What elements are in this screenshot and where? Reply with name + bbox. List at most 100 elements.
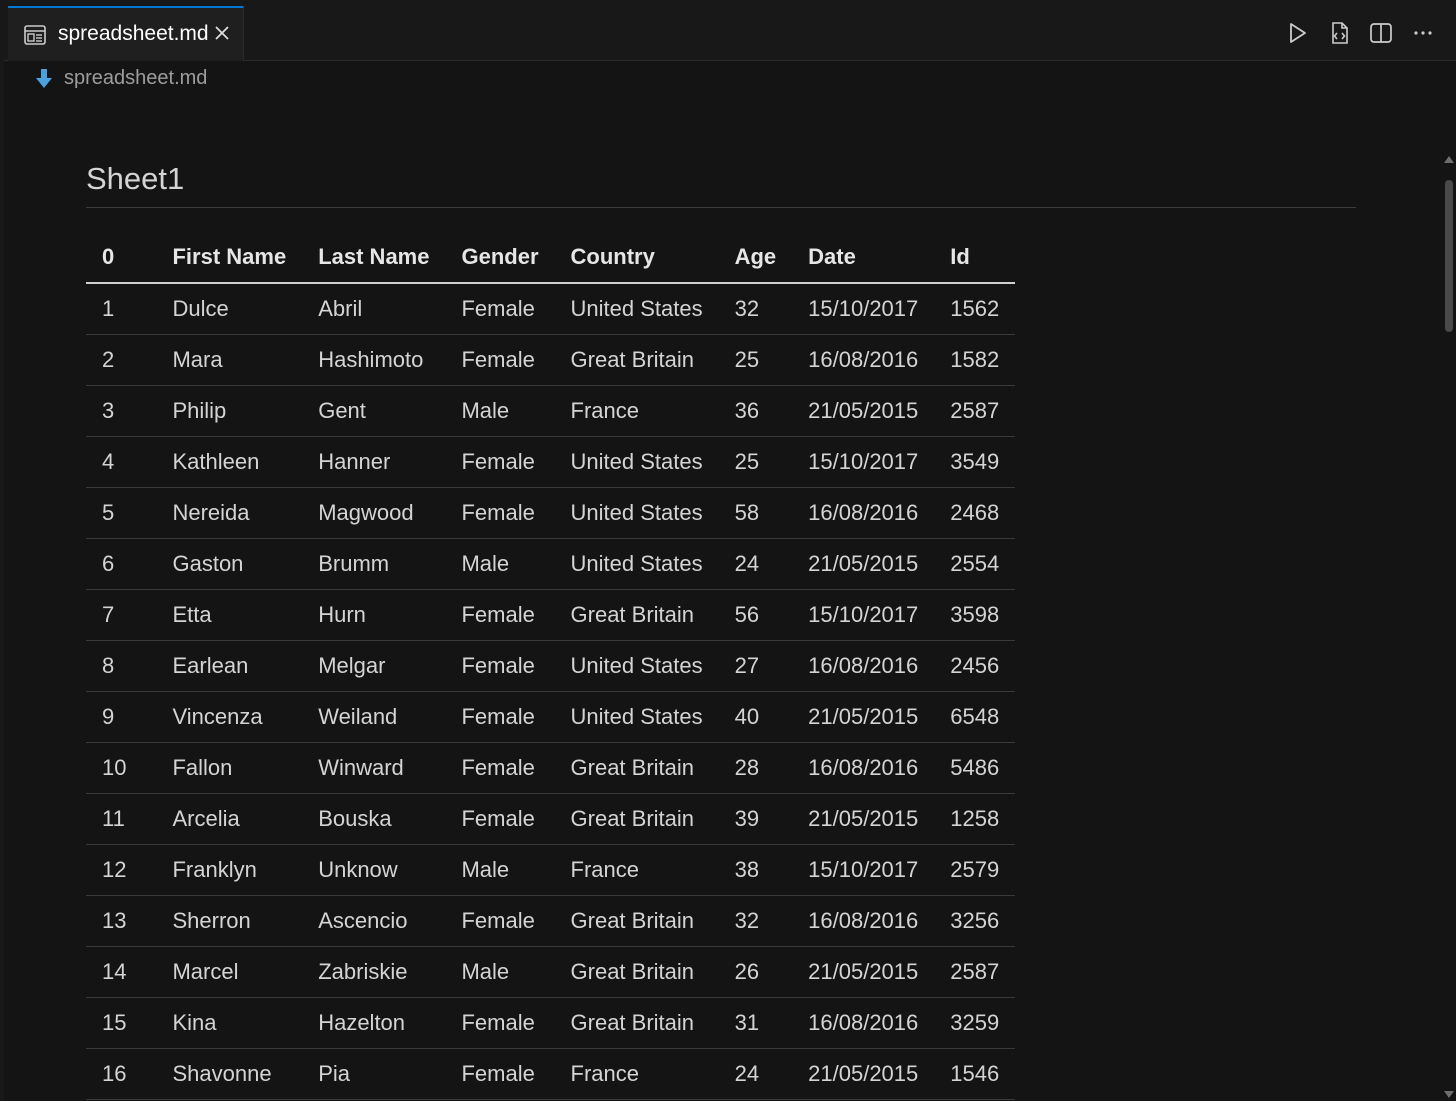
table-cell: 38 [718,844,793,896]
table-cell: 13 [86,895,157,947]
table-cell: 16/08/2016 [792,997,935,1049]
table-cell: Ascencio [302,895,446,947]
column-header: First Name [156,232,303,284]
table-cell: 12 [86,844,157,896]
table-cell: 3 [86,385,157,437]
table-row: 3 Philip Gent Male France 36 21/05/2015 2587 [86,385,1016,437]
table-cell: Gaston [156,538,303,590]
table-cell: Winward [302,742,446,794]
table-cell: Nereida [156,487,303,539]
table-cell: 21/05/2015 [792,691,935,743]
table-cell: Female [445,997,555,1049]
table-cell: Female [445,691,555,743]
table-row: 15 Kina Hazelton Female Great Britain 31 16/08… [86,997,1016,1049]
table-cell: Weiland [302,691,446,743]
table-cell: 1562 [934,283,1016,335]
editor-window: spreadsheet.md spreadsheet.md Sheet1 0 F… [0,0,1456,1101]
table-cell: 11 [86,793,157,845]
column-header: Age [718,232,793,284]
table-cell: 25 [718,334,793,386]
table-cell: Male [445,385,555,437]
table-body: 1 Dulce Abril Female United States 32 15/10/20… [86,283,1016,1100]
table-cell: 2456 [934,640,1016,692]
table-cell: Female [445,895,555,947]
table-cell: Kina [156,997,303,1049]
table-cell: 15/10/2017 [792,844,935,896]
table-cell: Great Britain [554,946,719,998]
tab-label: spreadsheet.md [58,22,209,45]
open-source-icon[interactable] [1326,20,1352,46]
table-cell: Female [445,742,555,794]
table-cell: Male [445,538,555,590]
table-cell: Philip [156,385,303,437]
table-cell: United States [554,691,719,743]
close-icon[interactable] [212,23,232,43]
table-cell: Great Britain [554,997,719,1049]
table-cell: 15/10/2017 [792,436,935,488]
table-cell: Female [445,793,555,845]
markdown-preview[interactable]: spreadsheet.md Sheet1 0 First Name Last Na… [4,61,1456,1101]
table-cell: 15/10/2017 [792,589,935,641]
breadcrumb[interactable]: spreadsheet.md [34,67,207,90]
table-cell: Kathleen [156,436,303,488]
more-actions-icon[interactable] [1410,20,1436,46]
table-cell: Male [445,844,555,896]
tab-spreadsheet-md[interactable]: spreadsheet.md [8,6,244,61]
table-row: 5 Nereida Magwood Female United States 58 16/0… [86,487,1016,539]
table-cell: Hanner [302,436,446,488]
table-cell: Bouska [302,793,446,845]
table-cell: Great Britain [554,895,719,947]
table-cell: France [554,844,719,896]
table-cell: 3549 [934,436,1016,488]
table-cell: Marcel [156,946,303,998]
table-cell: Female [445,436,555,488]
preview-icon [24,25,46,45]
table-cell: France [554,1048,719,1100]
table-cell: Brumm [302,538,446,590]
table-cell: Dulce [156,283,303,335]
table-cell: Mara [156,334,303,386]
scroll-down-arrow-icon[interactable] [1444,1091,1454,1098]
table-row: 13 Sherron Ascencio Female Great Britain 32 16… [86,895,1016,947]
table-row: 7 Etta Hurn Female Great Britain 56 15/10/2017… [86,589,1016,641]
vertical-scrollbar[interactable] [1442,156,1456,1101]
table-cell: Female [445,334,555,386]
table-cell: 16/08/2016 [792,334,935,386]
table-row: 16 Shavonne Pia Female France 24 21/05/2015 154… [86,1048,1016,1100]
table-cell: 24 [718,1048,793,1100]
markdown-download-icon [36,68,52,88]
table-cell: Female [445,1048,555,1100]
table-cell: 7 [86,589,157,641]
table-cell: Zabriskie [302,946,446,998]
table-cell: Earlean [156,640,303,692]
table-cell: 16/08/2016 [792,742,935,794]
table-cell: Vincenza [156,691,303,743]
table-row: 9 Vincenza Weiland Female United States 40 21/… [86,691,1016,743]
table-cell: Fallon [156,742,303,794]
table-cell: 1 [86,283,157,335]
table-cell: 2587 [934,385,1016,437]
table-cell: 21/05/2015 [792,385,935,437]
run-icon[interactable] [1284,20,1310,46]
table-cell: 32 [718,895,793,947]
table-row: 6 Gaston Brumm Male United States 24 21/05/201… [86,538,1016,590]
column-header: Id [934,232,1016,284]
table-cell: 2 [86,334,157,386]
table-cell: 5486 [934,742,1016,794]
table-cell: 27 [718,640,793,692]
table-cell: Magwood [302,487,446,539]
table-cell: 15 [86,997,157,1049]
table-cell: Great Britain [554,589,719,641]
table-cell: France [554,385,719,437]
table-cell: 15/10/2017 [792,283,935,335]
table-cell: 25 [718,436,793,488]
table-row: 4 Kathleen Hanner Female United States 25 15/1… [86,436,1016,488]
split-editor-icon[interactable] [1368,20,1394,46]
table-cell: United States [554,538,719,590]
scroll-thumb[interactable] [1445,180,1453,332]
scroll-up-arrow-icon[interactable] [1444,156,1454,163]
table-row: 1 Dulce Abril Female United States 32 15/10/20… [86,283,1016,335]
table-cell: 3598 [934,589,1016,641]
table-row: 10 Fallon Winward Female Great Britain 28 16/0… [86,742,1016,794]
table-cell: Gent [302,385,446,437]
